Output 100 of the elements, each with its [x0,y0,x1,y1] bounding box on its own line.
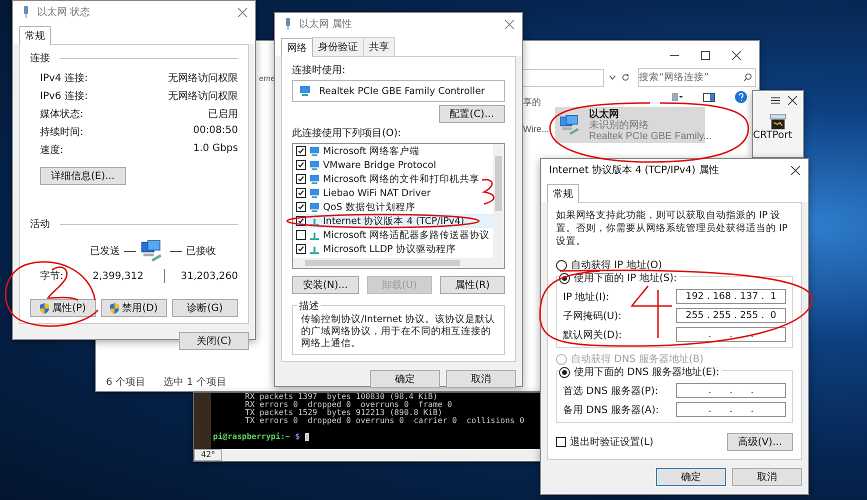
component-item[interactable]: Microsoft 网络客户端 [293,144,493,158]
radio-option[interactable]: 自动获得 IP 地址(O) [556,258,793,272]
terminal-prompt: pi@raspberrypi:~ [213,433,290,441]
field-value: 00:08:50 [193,125,238,138]
app-shortcut-icon[interactable] [769,114,787,130]
component-button[interactable]: 安装(N)... [292,276,359,294]
terminal-side-panel [194,393,211,449]
field-label: 速度: [40,144,64,157]
checkbox[interactable] [296,188,306,198]
search-field[interactable]: 搜索“网络连接” [638,68,756,87]
component-item[interactable]: Liebao WiFi NAT Driver [293,186,493,200]
network-monitor-icon [309,146,320,156]
refresh-icon[interactable] [621,73,630,82]
terminal-tab[interactable]: 42° [194,449,222,461]
component-item[interactable]: Microsoft 网络的文件和打印机共享 [293,172,493,186]
field-label: 持续时间: [40,126,84,139]
ok-button[interactable]: 确定 [656,468,726,486]
preview-pane-icon[interactable] [703,91,715,103]
ok-button[interactable]: 确定 [370,370,440,388]
network-monitor-icon [309,160,320,170]
field-label: 备用 DNS 服务器(A): [563,404,659,416]
ip-address-field[interactable]: . . . [676,327,786,342]
advanced-button[interactable]: 高级(V)... [726,433,793,451]
annotation-mark [482,178,494,205]
bytes-received: 31,203,260 [180,270,238,282]
component-button[interactable]: 属性(R) [440,276,506,294]
field-label: 连接时使用: [292,64,346,77]
action-button[interactable]: 属性(P) [30,299,96,317]
ip-address-field[interactable]: . . . [676,383,786,398]
network-adapter-icon [299,85,311,97]
window-title: 以太网 状态 [37,6,92,19]
tab[interactable]: 共享 [363,37,395,56]
help-icon[interactable] [735,91,747,103]
checkbox[interactable] [296,230,306,240]
field-label: 首选 DNS 服务器(P): [563,384,658,398]
field-label: 此连接使用下列项目(O): [292,126,402,140]
close-icon[interactable] [788,96,797,105]
checkbox[interactable] [296,202,306,212]
field-value: 无网络访问权限 [168,90,238,103]
dropdown-caret-icon[interactable] [608,73,617,82]
selection-count: 选中 1 个项目 [164,376,226,389]
action-button[interactable]: 禁用(D) [101,299,167,317]
component-item[interactable]: VMware Bridge Protocol [293,158,493,172]
shortcut-label[interactable]: CRTPort [753,130,803,141]
details-button[interactable]: 详细信息(E)... [40,167,126,185]
validate-checkbox[interactable]: 退出时验证设置(L) [556,435,654,449]
component-item[interactable]: QoS 数据包计划程序 [293,200,493,214]
network-cable-icon [21,6,31,18]
network-cable-icon [283,18,293,30]
tab[interactable]: 常规 [547,184,579,203]
field-label: 媒体状态: [40,108,84,121]
field-value: 1.0 Gbps [193,143,238,156]
checkbox[interactable] [296,174,306,184]
cancel-button[interactable]: 取消 [446,370,516,388]
adapter-status: 未识别的网络 [589,120,650,130]
group-heading: 描述 [297,299,321,313]
checkbox[interactable] [296,146,306,156]
prompt-symbol: $ [295,433,300,441]
intro-text: 如果网络支持此功能，则可以获取自动指派的 IP 设置。否则，你需要从网络系统管理员处获得适当的 IP 设置。 [556,209,789,248]
vertical-scrollbar[interactable] [493,144,504,268]
cancel-button[interactable]: 取消 [732,468,802,486]
tab[interactable]: 网络 [281,38,313,57]
checkbox[interactable] [296,160,306,170]
shield-icon [40,302,50,314]
ip-address-field[interactable]: . . . [676,402,786,417]
terminal-output-line: RX errors 0 dropped 0 overruns 0 frame 0 [244,401,454,409]
window-title: Internet 协议版本 4 (TCP/IPv4) 属性 [549,164,720,177]
terminal-output-line: TX packets 1529 bytes 912213 (890.8 KiB) [244,409,442,417]
partial-text: erne [259,74,276,83]
component-item[interactable]: Microsoft LLDP 协议驱动程序 [293,242,493,256]
field-label: IP 地址(I): [563,290,610,304]
radio-option[interactable]: 使用下面的 DNS 服务器地址(E): [559,365,722,379]
field-label: IPv6 连接: [40,90,88,103]
maximize-icon[interactable] [701,51,710,60]
checkbox[interactable] [296,244,306,254]
item-count: 6 个项目 [106,376,146,389]
terminal-output-line: RX packets 1397 bytes 100830 (98.4 KiB) [244,393,438,401]
search-icon [743,73,752,82]
field-label: 默认网关(D): [563,328,622,342]
section-heading: 活动 [30,218,50,231]
ip-address-field[interactable]: 192 . 168 . 137 . 1 [676,289,786,304]
close-icon[interactable] [732,51,741,60]
network-monitor-icon [309,174,320,184]
adapter-device: Realtek PCIe GBE Family... [589,130,712,142]
horizontal-scrollbar[interactable] [293,258,493,268]
configure-button[interactable]: 配置(C)... [438,105,505,123]
component-item[interactable]: Microsoft 网络适配器多路传送器协议 [293,228,493,242]
tab[interactable]: 身份验证 [312,37,364,56]
shield-icon [110,302,120,314]
menu-icon[interactable] [771,96,780,105]
network-monitor-icon [309,188,320,198]
annotation-mark [631,285,673,339]
field-label: 子网掩码(U): [563,310,622,322]
view-options-icon[interactable] [671,91,683,103]
tab[interactable]: 常规 [19,26,51,45]
close-icon[interactable] [791,166,800,174]
radio-option[interactable]: 使用下面的 IP 地址(S): [559,271,680,285]
close-button[interactable]: 关闭(C) [179,332,249,350]
ip-address-field[interactable]: 255 . 255 . 255 . 0 [676,308,786,323]
action-button[interactable]: 诊断(G) [172,299,238,317]
